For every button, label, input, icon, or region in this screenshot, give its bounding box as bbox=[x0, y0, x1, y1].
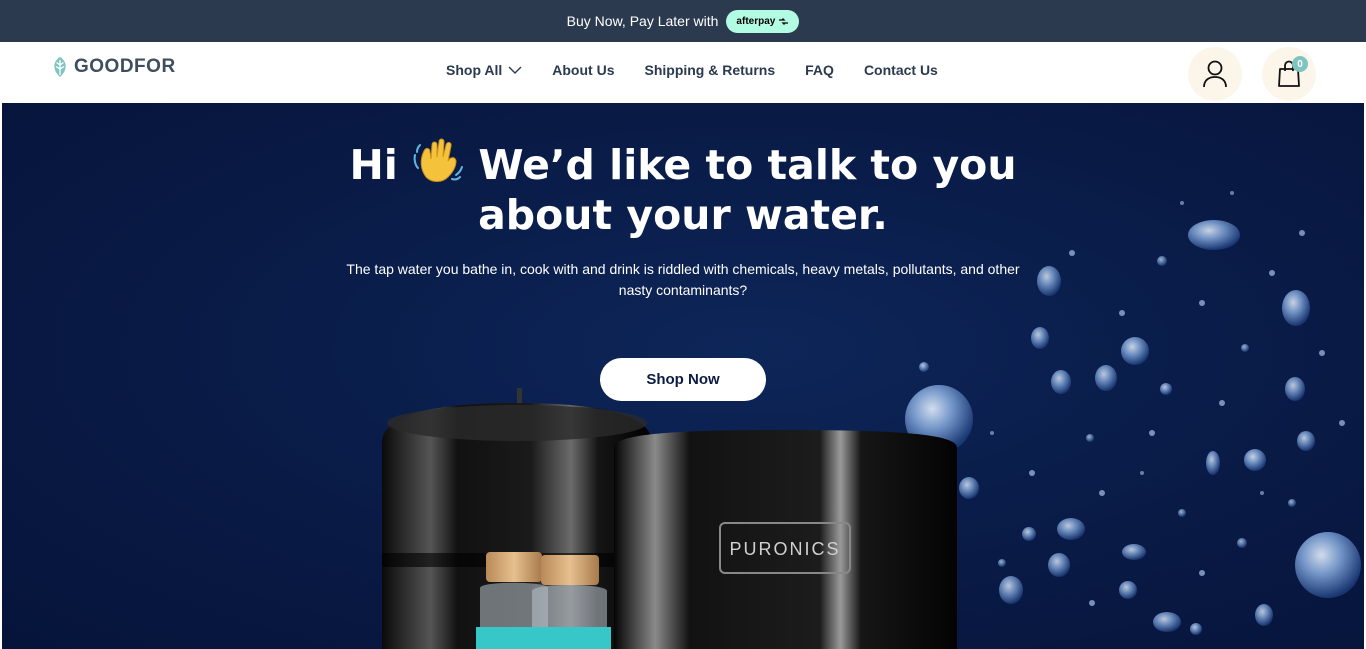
nav-contact-us[interactable]: Contact Us bbox=[864, 62, 938, 78]
logo-text: GOODFOR bbox=[74, 56, 176, 77]
brand-logo[interactable]: GOODFOR bbox=[50, 56, 176, 78]
announcement-bar: Buy Now, Pay Later with afterpay bbox=[0, 0, 1366, 42]
filter-tank-right: PURONICS bbox=[614, 430, 957, 649]
chevron-down-icon bbox=[508, 66, 522, 74]
site-header: GOODFOR Shop All About Us Shipping & Ret… bbox=[0, 42, 1366, 103]
hero-title-hi: Hi bbox=[349, 141, 398, 189]
afterpay-badge-label: afterpay bbox=[736, 15, 776, 27]
hero-banner: PURONICS Hi We’d like to talk to you abo… bbox=[2, 103, 1364, 649]
puronics-label: PURONICS bbox=[729, 539, 840, 559]
hero-title-line-2: about your water. bbox=[478, 191, 888, 239]
announcement-text: Buy Now, Pay Later with bbox=[566, 13, 719, 29]
user-icon bbox=[1203, 60, 1227, 88]
nav-about-us[interactable]: About Us bbox=[552, 62, 614, 78]
water-bubbles-decoration bbox=[905, 191, 1361, 635]
main-nav: Shop All About Us Shipping & Returns FAQ… bbox=[446, 62, 938, 78]
account-button[interactable] bbox=[1188, 47, 1242, 101]
afterpay-badge[interactable]: afterpay bbox=[726, 9, 800, 33]
nav-shop-all[interactable]: Shop All bbox=[446, 62, 522, 78]
cart-count-badge: 0 bbox=[1292, 56, 1308, 72]
hero-title: Hi We’d like to talk to you about your w… bbox=[2, 137, 1364, 240]
glass-bottles bbox=[476, 552, 611, 649]
shop-now-button[interactable]: Shop Now bbox=[600, 358, 766, 401]
nav-faq[interactable]: FAQ bbox=[805, 62, 834, 78]
hero-title-talk: We’d like to talk to you bbox=[478, 141, 1017, 189]
hero-subtitle: The tap water you bathe in, cook with an… bbox=[346, 261, 1020, 298]
nav-shipping-returns[interactable]: Shipping & Returns bbox=[644, 62, 775, 78]
afterpay-arrows-icon bbox=[779, 17, 789, 25]
cart-button[interactable]: 0 bbox=[1262, 47, 1316, 101]
leaf-logo-icon bbox=[54, 57, 66, 77]
nav-shop-all-label: Shop All bbox=[446, 62, 503, 78]
waving-hand-icon bbox=[413, 138, 464, 182]
hero-title-line-1: Hi We’d like to talk to you bbox=[2, 137, 1364, 190]
